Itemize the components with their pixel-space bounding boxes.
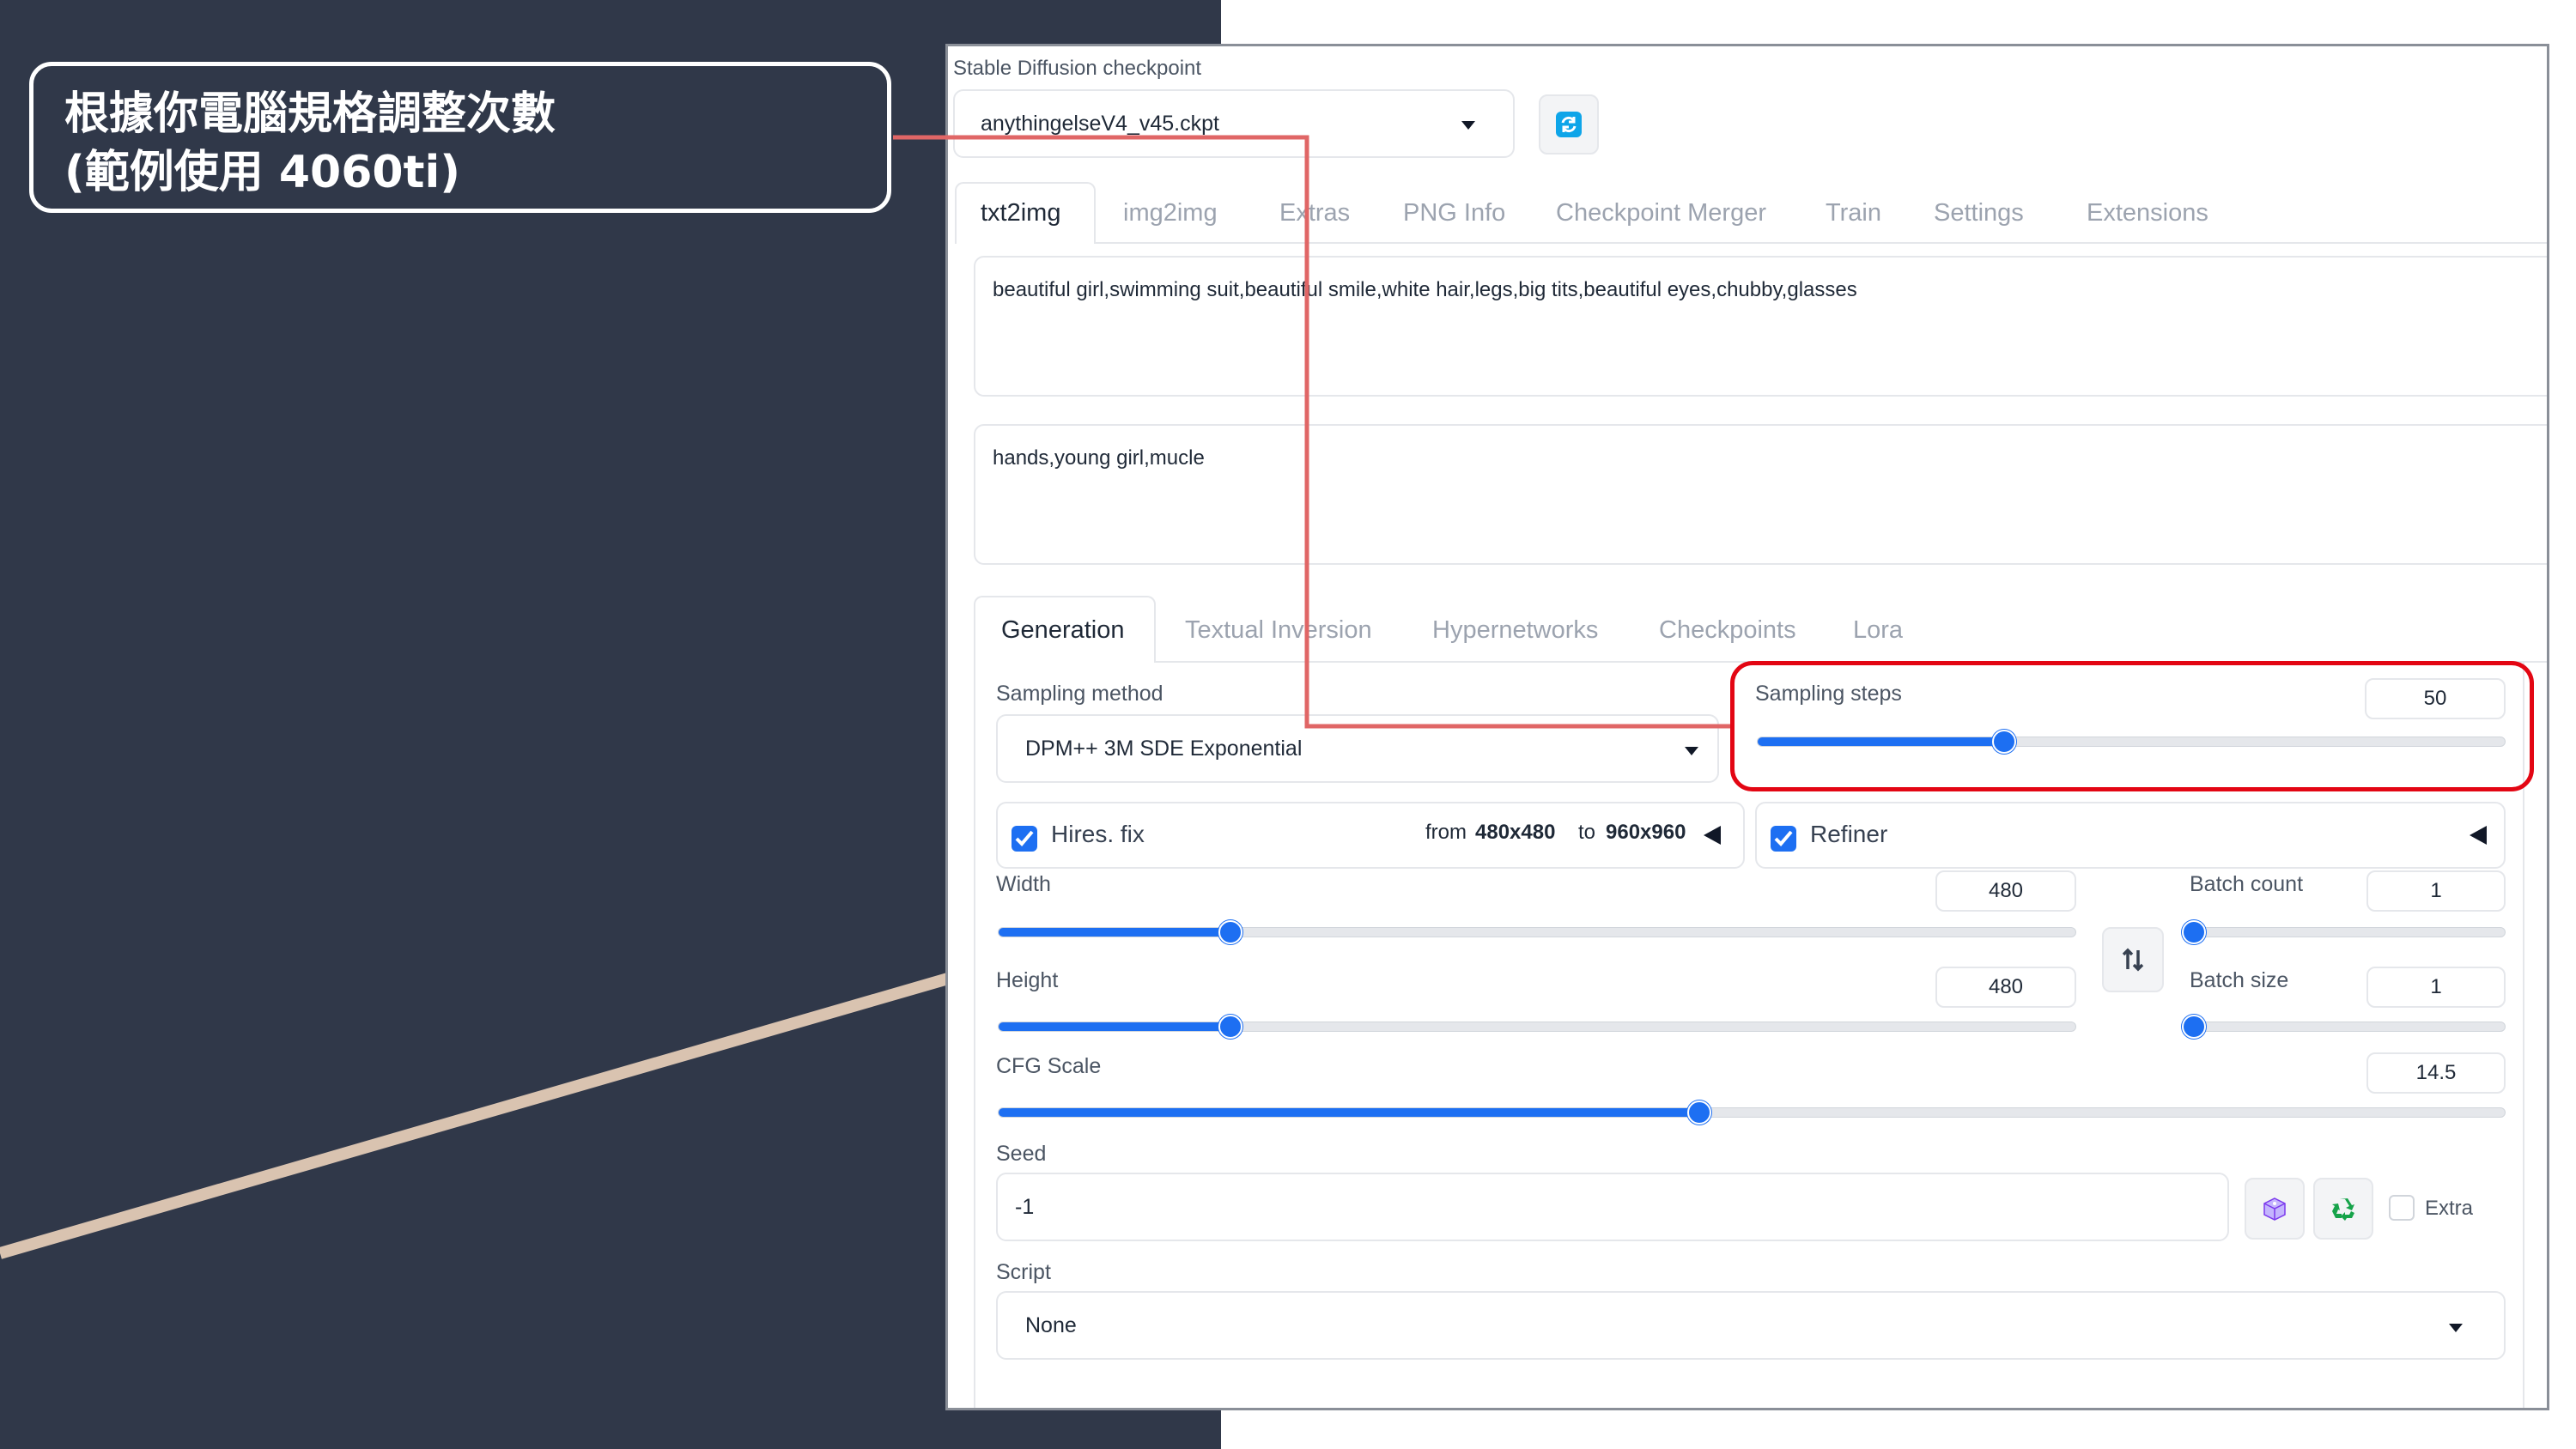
batch-size-handle[interactable] <box>2182 1015 2206 1039</box>
cfg-scale-fill <box>999 1108 1699 1117</box>
chevron-down-icon <box>1685 747 1698 755</box>
callout-line-2: (範例使用 4060ti) <box>64 147 461 198</box>
script-dropdown[interactable]: None <box>996 1291 2506 1360</box>
sampling-method-label: Sampling method <box>996 682 1163 706</box>
tab-textual-inversion[interactable]: Textual Inversion <box>1185 616 1372 645</box>
batch-count-label: Batch count <box>2190 872 2304 896</box>
checkmark-icon <box>1015 830 1034 846</box>
tab-extras[interactable]: Extras <box>1279 199 1350 227</box>
batch-size-label: Batch size <box>2190 968 2289 992</box>
collapse-triangle-icon[interactable] <box>2470 826 2487 845</box>
sampling-steps-highlight <box>1730 661 2534 791</box>
batch-count-handle[interactable] <box>2182 920 2206 944</box>
refresh-icon <box>1556 112 1582 137</box>
decorative-stripe <box>0 973 950 1259</box>
tab-hypernetworks[interactable]: Hypernetworks <box>1432 616 1598 645</box>
refiner-label: Refiner <box>1810 821 1888 847</box>
refresh-button[interactable] <box>1539 94 1599 155</box>
generation-panel-left-border <box>974 661 975 1408</box>
batch-size-input[interactable]: 1 <box>2366 967 2506 1008</box>
height-input[interactable]: 480 <box>1935 967 2076 1008</box>
batch-count-input[interactable]: 1 <box>2366 870 2506 912</box>
random-seed-button[interactable] <box>2245 1178 2305 1240</box>
tab-txt2img[interactable]: txt2img <box>981 199 1060 227</box>
positive-prompt-text: beautiful girl,swimming suit,beautiful s… <box>993 278 1857 301</box>
height-handle[interactable] <box>1218 1015 1242 1039</box>
tab-png-info[interactable]: PNG Info <box>1403 199 1505 227</box>
recycle-icon <box>2332 1198 2354 1221</box>
tab-checkpoint-merger[interactable]: Checkpoint Merger <box>1556 199 1766 227</box>
height-slider[interactable] <box>998 1015 2076 1039</box>
batch-count-slider[interactable] <box>2182 920 2506 944</box>
tab-train[interactable]: Train <box>1826 199 1881 227</box>
extra-label: Extra <box>2425 1197 2474 1220</box>
refiner-panel: Refiner <box>1755 802 2506 869</box>
cfg-scale-label: CFG Scale <box>996 1054 1102 1078</box>
swap-arrows-icon <box>2122 948 2144 972</box>
height-fill <box>999 1022 1230 1031</box>
cfg-scale-input[interactable]: 14.5 <box>2366 1052 2506 1094</box>
callout-box: 根據你電腦規格調整次數 (範例使用 4060ti) <box>29 62 891 213</box>
tab-lora[interactable]: Lora <box>1853 616 1903 645</box>
script-value: None <box>1025 1313 1077 1337</box>
script-label: Script <box>996 1260 1051 1284</box>
batch-size-slider[interactable] <box>2182 1015 2506 1039</box>
hires-from-prefix: from <box>1425 821 1467 844</box>
sampling-method-value: DPM++ 3M SDE Exponential <box>1025 737 1303 761</box>
tab-generation[interactable]: Generation <box>1001 616 1125 645</box>
tab-settings[interactable]: Settings <box>1934 199 2024 227</box>
cfg-scale-slider[interactable] <box>998 1100 2506 1125</box>
height-label: Height <box>996 968 1059 992</box>
callout-line-1: 根據你電腦規格調整次數 <box>64 88 556 140</box>
collapse-triangle-icon[interactable] <box>1704 826 1721 845</box>
width-slider[interactable] <box>998 920 2076 944</box>
chevron-down-icon <box>2449 1324 2463 1332</box>
hires-to-size: 960x960 <box>1606 821 1686 844</box>
refiner-checkbox[interactable] <box>1771 826 1796 852</box>
extra-checkbox[interactable] <box>2389 1195 2415 1221</box>
tab-extensions[interactable]: Extensions <box>2087 199 2208 227</box>
checkpoint-label: Stable Diffusion checkpoint <box>953 57 1202 80</box>
seed-value: -1 <box>1015 1195 1035 1219</box>
checkpoint-value: anythingelseV4_v45.ckpt <box>981 112 1219 136</box>
width-fill <box>999 928 1230 937</box>
width-handle[interactable] <box>1218 920 1242 944</box>
hires-fix-label: Hires. fix <box>1051 821 1145 847</box>
checkmark-icon <box>1774 830 1793 846</box>
hires-fix-panel: Hires. fix from 480x480 to 960x960 <box>996 802 1745 869</box>
chevron-down-icon <box>1461 121 1475 130</box>
tab-img2img[interactable]: img2img <box>1123 199 1218 227</box>
cfg-scale-handle[interactable] <box>1686 1100 1711 1125</box>
dice-icon <box>2263 1197 2286 1221</box>
reuse-seed-button[interactable] <box>2313 1178 2373 1240</box>
tab-checkpoints[interactable]: Checkpoints <box>1659 616 1796 645</box>
negative-prompt-textarea[interactable]: hands,young girl,mucle <box>974 424 2547 565</box>
width-input[interactable]: 480 <box>1935 870 2076 912</box>
seed-input[interactable]: -1 <box>996 1173 2229 1241</box>
seed-label: Seed <box>996 1142 1047 1166</box>
hires-fix-checkbox[interactable] <box>1012 826 1037 852</box>
checkpoint-dropdown[interactable]: anythingelseV4_v45.ckpt <box>953 89 1515 158</box>
sampling-method-dropdown[interactable]: DPM++ 3M SDE Exponential <box>996 714 1719 783</box>
tab-bar-divider <box>1094 242 2547 244</box>
positive-prompt-textarea[interactable]: beautiful girl,swimming suit,beautiful s… <box>974 256 2547 397</box>
hires-to-prefix: to <box>1578 821 1596 844</box>
negative-prompt-text: hands,young girl,mucle <box>993 446 1205 470</box>
width-label: Width <box>996 872 1051 896</box>
hires-from-size: 480x480 <box>1475 821 1556 844</box>
swap-dimensions-button[interactable] <box>2102 927 2164 992</box>
